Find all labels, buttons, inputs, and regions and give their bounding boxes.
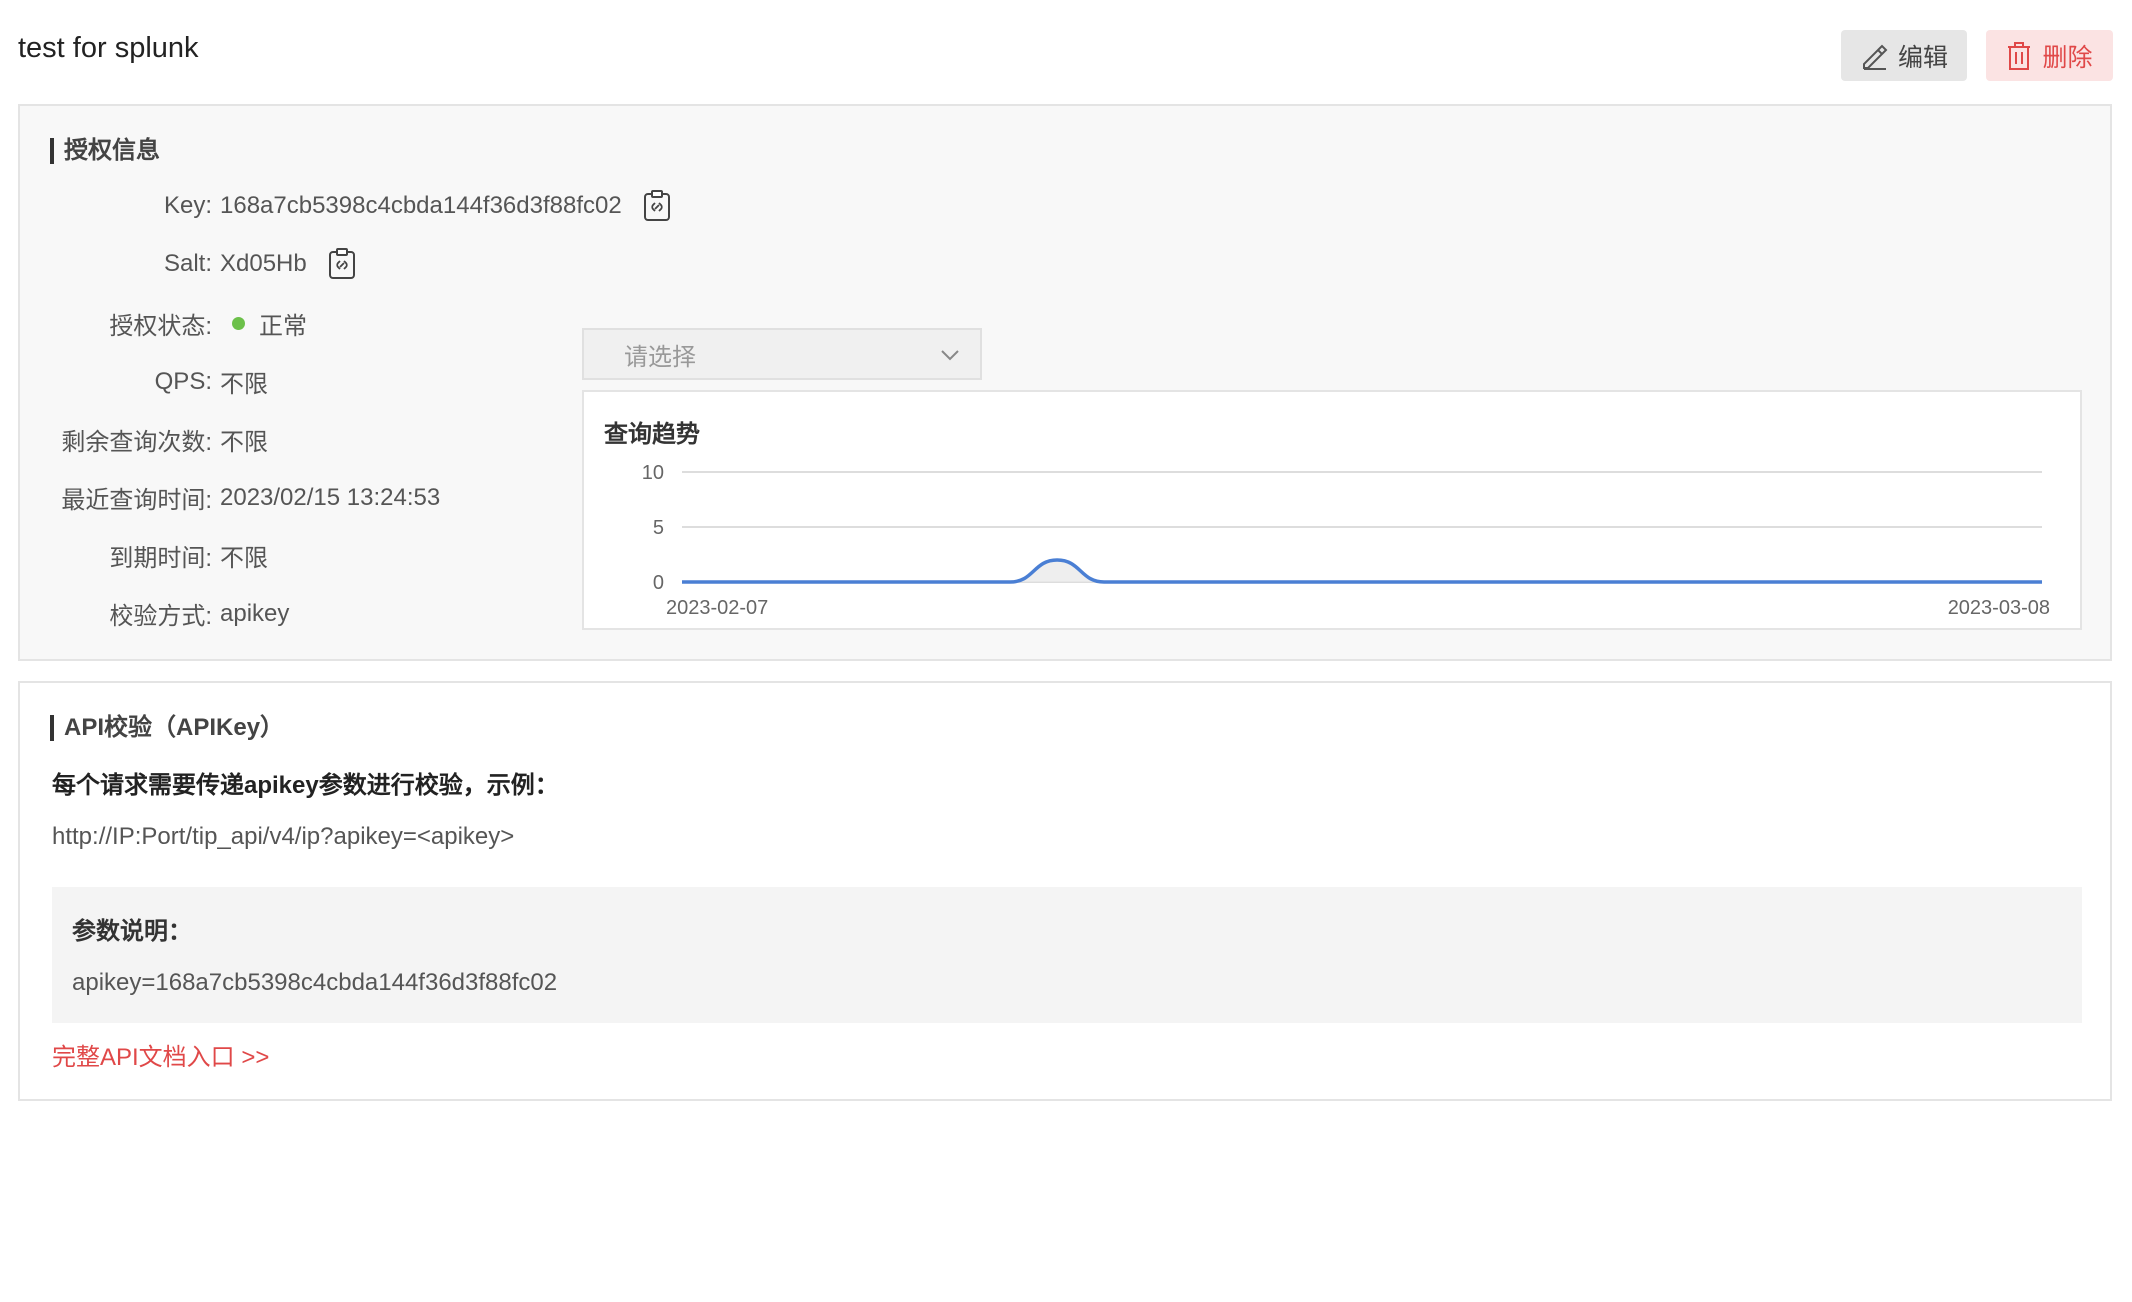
last-query-label: 最近查询时间: bbox=[61, 487, 212, 514]
last-query-row: 最近查询时间: 2023/02/15 13:24:53 bbox=[20, 480, 440, 515]
last-query-value: 2023/02/15 13:24:53 bbox=[220, 483, 441, 511]
expire-label: 到期时间: bbox=[109, 545, 212, 572]
y-tick-label: 5 bbox=[653, 517, 664, 539]
verify-label: 校验方式: bbox=[109, 603, 212, 630]
api-url-example: http://IP:Port/tip_api/v4/ip?apikey=<api… bbox=[52, 823, 515, 850]
qps-row: QPS: 不限 bbox=[20, 364, 268, 399]
series-line bbox=[681, 558, 2042, 584]
api-doc-link[interactable]: 完整API文档入口 >> bbox=[52, 1037, 269, 1072]
delete-button[interactable]: 删除 bbox=[1986, 30, 2113, 81]
select-placeholder: 请选择 bbox=[624, 343, 696, 371]
delete-label: 删除 bbox=[2042, 43, 2093, 72]
key-row: Key: 168a7cb5398c4cbda144f36d3f88fc02 bbox=[20, 190, 672, 222]
trend-chart: 查询趋势 0 5 10 2023-02-07 2023-03-08 bbox=[582, 390, 2082, 630]
edit-button[interactable]: 编辑 bbox=[1841, 30, 1967, 81]
edit-icon bbox=[1860, 42, 1888, 70]
trend-chart-svg: 0 5 10 2023-02-07 2023-03-08 bbox=[642, 462, 2050, 619]
remaining-label: 剩余查询次数: bbox=[61, 429, 212, 456]
y-tick-label: 0 bbox=[653, 572, 664, 594]
param-box: 参数说明： apikey=168a7cb5398c4cbda144f36d3f8… bbox=[52, 887, 2082, 1023]
api-description: 每个请求需要传递apikey参数进行校验，示例： bbox=[52, 772, 559, 799]
x-tick-label: 2023-03-08 bbox=[1948, 597, 2050, 619]
trash-icon bbox=[2006, 41, 2032, 71]
chevron-down-icon bbox=[940, 340, 960, 368]
auth-section-title: 授权信息 bbox=[50, 138, 160, 164]
series-area bbox=[682, 560, 2042, 582]
salt-value: Xd05Hb bbox=[220, 250, 307, 277]
qps-value: 不限 bbox=[220, 371, 268, 398]
x-tick-label: 2023-02-07 bbox=[666, 597, 768, 619]
status-value: 正常 bbox=[259, 313, 307, 340]
param-title: 参数说明： bbox=[72, 918, 192, 945]
status-label: 授权状态: bbox=[109, 313, 212, 340]
page-title: test for splunk bbox=[18, 32, 199, 64]
key-label: Key: bbox=[163, 192, 212, 219]
salt-row: Salt: Xd05Hb bbox=[20, 248, 357, 280]
key-value: 168a7cb5398c4cbda144f36d3f88fc02 bbox=[220, 192, 622, 219]
range-select[interactable]: 请选择 bbox=[582, 328, 982, 380]
verify-row: 校验方式: apikey bbox=[20, 596, 289, 631]
status-dot-icon bbox=[232, 317, 245, 330]
expire-row: 到期时间: 不限 bbox=[20, 538, 268, 573]
copy-icon[interactable] bbox=[642, 190, 672, 222]
api-panel: API校验（APIKey） 每个请求需要传递apikey参数进行校验，示例： h… bbox=[18, 681, 2112, 1101]
remaining-value: 不限 bbox=[220, 429, 268, 456]
verify-value: apikey bbox=[220, 599, 290, 627]
status-row: 授权状态: 正常 bbox=[20, 306, 307, 341]
api-section-title: API校验（APIKey） bbox=[50, 715, 284, 741]
edit-label: 编辑 bbox=[1897, 43, 1948, 72]
salt-label: Salt: bbox=[163, 250, 212, 277]
qps-label: QPS: bbox=[154, 367, 212, 395]
remaining-row: 剩余查询次数: 不限 bbox=[20, 422, 268, 457]
param-value: apikey=168a7cb5398c4cbda144f36d3f88fc02 bbox=[72, 969, 558, 996]
auth-info-panel: 授权信息 Key: 168a7cb5398c4cbda144f36d3f88fc… bbox=[18, 104, 2112, 661]
y-tick-label: 10 bbox=[642, 462, 664, 484]
expire-value: 不限 bbox=[220, 545, 268, 572]
copy-icon[interactable] bbox=[327, 248, 357, 280]
